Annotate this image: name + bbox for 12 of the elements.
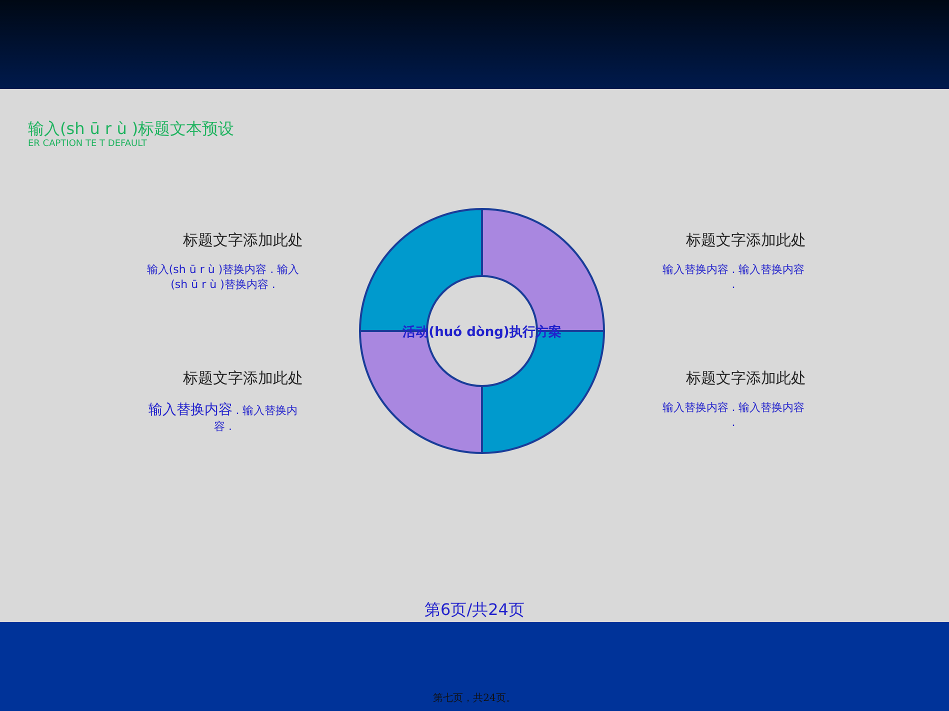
block-heading: 标题文字添加此处	[685, 368, 806, 389]
block-heading: 标题文字添加此处	[685, 230, 806, 251]
block-text: 输入替换内容 . 输入替换内容 .	[661, 401, 806, 431]
block-heading: 标题文字添加此处	[182, 230, 303, 251]
block-text: 输入替换内容 . 输入替换内容 .	[661, 263, 806, 293]
page-number: 第6页/共24页	[424, 599, 526, 621]
block-text: 输入替换内容 . 输入替换内容 .	[147, 401, 299, 435]
slide-subtitle: ER CAPTION TE T DEFAULT	[28, 138, 148, 152]
footer-note: 第七页，共24页。	[433, 692, 516, 706]
block-heading: 标题文字添加此处	[182, 368, 303, 389]
block-text: 输入(sh ū r ù )替换内容 . 输入(sh ū r ù )替换内容 .	[146, 263, 300, 293]
slide-title: 输入(sh ū r ù )标题文本预设	[28, 119, 236, 138]
